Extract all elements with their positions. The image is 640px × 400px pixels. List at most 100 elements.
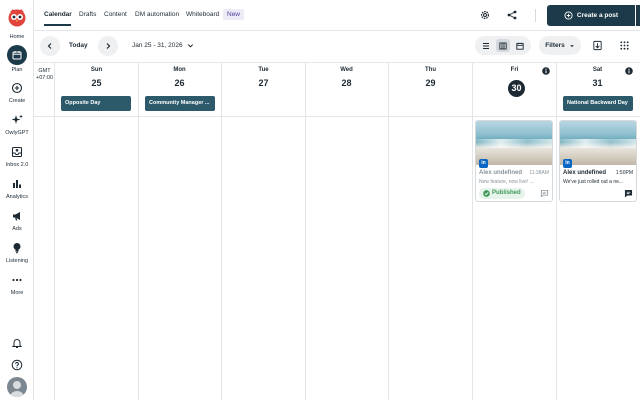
day-number-today: 30 [508, 80, 525, 97]
sidebar-item-plan[interactable]: Plan [0, 45, 34, 73]
export-icon[interactable] [592, 40, 603, 51]
comment-icon[interactable] [540, 189, 549, 198]
active-tab-indicator [44, 24, 71, 26]
info-icon[interactable] [542, 67, 550, 75]
filters-button[interactable]: Filters [539, 36, 581, 55]
day-of-week: Tue [258, 67, 269, 73]
share-icon[interactable] [506, 9, 518, 21]
day-number: 31 [592, 78, 603, 88]
sparkle-icon [11, 114, 23, 124]
comment-icon[interactable] [624, 189, 633, 198]
post-card[interactable]: in Alex undefined 11:38AM New feature, n… [475, 120, 553, 202]
date-range-picker[interactable]: Jan 25 - 31, 2026 [132, 42, 194, 49]
tab-dm-automation[interactable]: DM automation [135, 11, 179, 18]
chevron-right-icon [106, 43, 111, 49]
timezone-offset: +07:00 [36, 75, 53, 82]
day-header-wed: Wed 28 [305, 67, 388, 88]
day-number: 25 [91, 78, 102, 88]
top-bar: Calendar Drafts Content DM automation Wh… [34, 0, 640, 31]
tab-drafts[interactable]: Drafts [79, 11, 96, 18]
view-switcher [475, 36, 531, 55]
sidebar-item-label: Ads [12, 226, 22, 232]
user-avatar-icon [10, 381, 24, 397]
tab-content[interactable]: Content [104, 11, 127, 18]
next-week-button[interactable] [98, 36, 118, 56]
sidebar: Home Plan Create OwlyGPT Inbox 2.0 Analy… [0, 0, 34, 400]
sidebar-item-label: Home [9, 34, 25, 40]
week-calendar: GMT +07:00 Sun 25 Mon 26 Tue 27 Wed 28 T… [34, 63, 640, 400]
week-view-button[interactable] [496, 39, 510, 52]
bell-icon[interactable] [11, 337, 23, 349]
day-of-week: Sun [90, 67, 103, 73]
tab-whiteboard[interactable]: Whiteboard [186, 11, 219, 18]
day-header-tue: Tue 27 [222, 67, 305, 88]
sidebar-item-home[interactable]: Home [0, 31, 34, 40]
previous-week-button[interactable] [40, 36, 60, 56]
inbox-icon [11, 146, 23, 158]
day-of-week: Wed [340, 67, 353, 73]
gear-icon[interactable] [479, 9, 491, 21]
apps-grid-icon[interactable] [619, 40, 630, 51]
app-root: Home Plan Create OwlyGPT Inbox 2.0 Analy… [0, 0, 640, 400]
holiday-chip[interactable]: Opposite Day [61, 96, 131, 111]
post-text: New feature, now live! ... [479, 179, 534, 185]
post-author: Alex undefined [563, 170, 607, 176]
sidebar-item-more[interactable]: More [0, 273, 34, 296]
today-button[interactable]: Today [69, 42, 88, 49]
sidebar-item-owlygpt[interactable]: OwlyGPT [0, 113, 34, 136]
sidebar-item-create[interactable]: Create [0, 81, 34, 104]
tab-calendar[interactable]: Calendar [44, 11, 72, 18]
plus-circle-icon [11, 82, 23, 94]
chevron-left-icon [47, 43, 52, 49]
column-divider [221, 63, 222, 400]
owl-logo-icon[interactable] [7, 7, 27, 27]
new-badge: New [223, 9, 245, 20]
divider [535, 9, 536, 22]
day-of-week: Thu [425, 67, 436, 73]
post-footer [560, 185, 636, 201]
avatar[interactable] [7, 377, 27, 397]
day-header-sun: Sun 25 [55, 67, 138, 88]
column-divider [556, 63, 557, 400]
sidebar-item-inbox[interactable]: Inbox 2.0 [0, 145, 34, 168]
post-text: We've just rolled out a ne... [563, 179, 624, 185]
post-time: 1:50PM [615, 170, 633, 176]
column-divider [138, 63, 139, 400]
bar-chart-icon [13, 180, 21, 188]
linkedin-icon: in [479, 159, 488, 168]
filters-label: Filters [545, 42, 565, 49]
lightbulb-icon [13, 243, 21, 254]
post-image: in [476, 121, 552, 168]
sidebar-item-listening[interactable]: Listening [0, 241, 34, 264]
sidebar-item-ads[interactable]: Ads [0, 209, 34, 232]
day-of-week: Mon [173, 67, 186, 73]
post-image: in [560, 121, 636, 168]
info-icon[interactable] [625, 67, 633, 75]
help-icon[interactable] [11, 359, 23, 371]
status-badge: Published [479, 187, 525, 199]
holiday-chip[interactable]: Community Manager ... [145, 96, 215, 111]
create-options-button[interactable] [636, 5, 640, 26]
timezone-label: GMT +07:00 [34, 68, 55, 82]
calendar-toolbar: Today Jan 25 - 31, 2026 Filters [34, 31, 640, 63]
header-divider [34, 116, 640, 117]
wave-foam [560, 139, 636, 148]
create-post-label: Create a post [576, 12, 619, 19]
sidebar-item-analytics[interactable]: Analytics [0, 177, 34, 200]
linkedin-icon: in [563, 159, 572, 168]
day-number: 29 [425, 78, 436, 88]
column-divider [388, 63, 389, 400]
holiday-chip[interactable]: National Backward Day [563, 96, 633, 111]
list-view-button[interactable] [479, 39, 493, 52]
status-label: Published [492, 190, 521, 196]
week-grid-icon [499, 42, 507, 49]
post-footer: Published [476, 185, 552, 201]
list-icon [483, 42, 489, 49]
create-post-button[interactable]: Create a post [547, 5, 635, 26]
post-author: Alex undefined [479, 170, 523, 176]
sidebar-item-label: Create [8, 98, 26, 104]
ellipsis-icon [12, 278, 22, 282]
post-card[interactable]: in Alex undefined 1:50PM We've just roll… [559, 120, 637, 202]
month-view-button[interactable] [513, 39, 527, 52]
sidebar-item-label: Inbox 2.0 [5, 162, 29, 168]
